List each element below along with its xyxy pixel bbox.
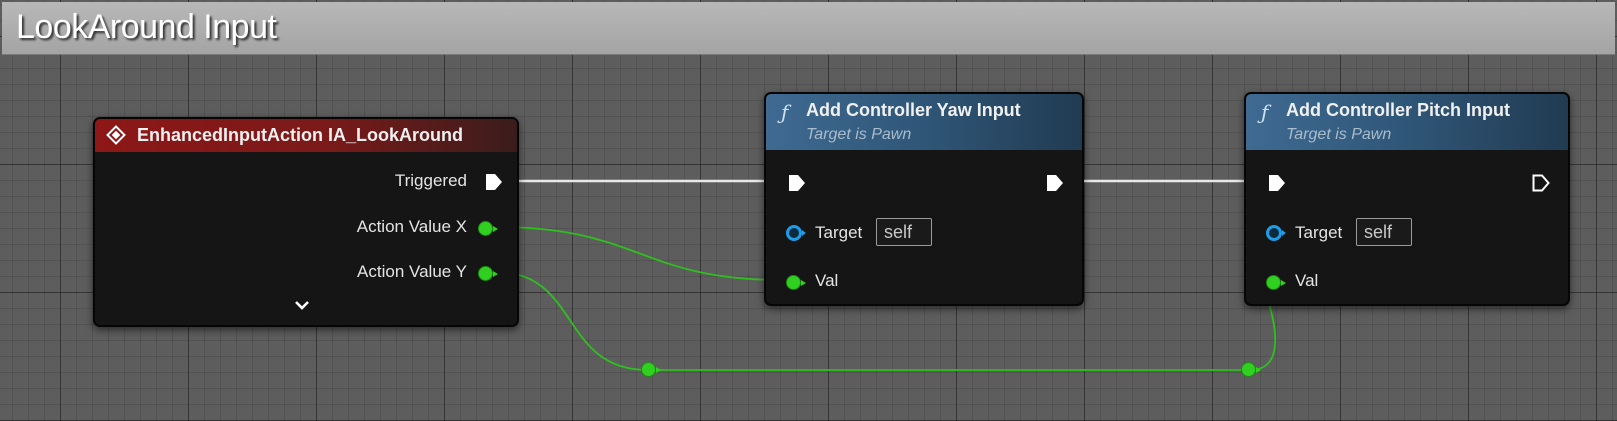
reroute-node-2[interactable] bbox=[1241, 362, 1261, 377]
action-value-x-pin[interactable] bbox=[478, 221, 498, 236]
function-node-add-controller-pitch-input[interactable]: ƒ Add Controller Pitch Input Target is P… bbox=[1244, 92, 1570, 306]
pitch-target-self-field[interactable]: self bbox=[1356, 218, 1412, 246]
yaw-node-title: Add Controller Yaw Input bbox=[806, 100, 1021, 120]
pitch-node-title: Add Controller Pitch Input bbox=[1286, 100, 1510, 120]
yaw-node-subtitle: Target is Pawn bbox=[806, 126, 912, 143]
pitch-node-subtitle: Target is Pawn bbox=[1286, 126, 1392, 143]
pitch-exec-out-pin[interactable] bbox=[1532, 174, 1550, 192]
chevron-down-icon[interactable] bbox=[293, 299, 311, 313]
action-value-y-pin[interactable] bbox=[478, 266, 498, 281]
yaw-exec-in-pin[interactable] bbox=[788, 174, 806, 192]
function-node-add-controller-yaw-input[interactable]: ƒ Add Controller Yaw Input Target is Paw… bbox=[764, 92, 1084, 306]
yaw-target-self-field[interactable]: self bbox=[876, 218, 932, 246]
pitch-node-header[interactable]: ƒ Add Controller Pitch Input Target is P… bbox=[1246, 94, 1568, 150]
float-wire-x-to-yaw-val[interactable] bbox=[495, 226, 783, 281]
function-f-icon: ƒ bbox=[781, 100, 789, 124]
yaw-target-pin[interactable] bbox=[786, 225, 806, 241]
triggered-pin-label: Triggered bbox=[394, 171, 467, 190]
event-node-title: EnhancedInputAction IA_LookAround bbox=[137, 125, 463, 145]
yaw-node-header[interactable]: ƒ Add Controller Yaw Input Target is Paw… bbox=[766, 94, 1082, 150]
triggered-exec-pin[interactable] bbox=[485, 173, 503, 191]
event-diamond-icon bbox=[106, 125, 126, 145]
yaw-val-pin[interactable] bbox=[786, 275, 806, 290]
pitch-val-label: Val bbox=[1295, 271, 1319, 290]
action-value-y-label: Action Value Y bbox=[357, 262, 467, 281]
pitch-val-pin[interactable] bbox=[1266, 275, 1286, 290]
event-node-ia-lookaround[interactable]: EnhancedInputAction IA_LookAround Trigge… bbox=[93, 117, 519, 327]
reroute-node-1[interactable] bbox=[641, 362, 661, 377]
action-value-x-label: Action Value X bbox=[356, 217, 467, 236]
pitch-target-label: Target bbox=[1295, 223, 1343, 242]
event-node-header[interactable]: EnhancedInputAction IA_LookAround bbox=[95, 119, 517, 152]
yaw-exec-out-pin[interactable] bbox=[1046, 174, 1064, 192]
yaw-target-label: Target bbox=[815, 223, 863, 242]
yaw-val-label: Val bbox=[815, 271, 839, 290]
pitch-exec-in-pin[interactable] bbox=[1268, 174, 1286, 192]
pitch-target-pin[interactable] bbox=[1266, 225, 1286, 241]
function-f-icon: ƒ bbox=[1261, 100, 1269, 124]
